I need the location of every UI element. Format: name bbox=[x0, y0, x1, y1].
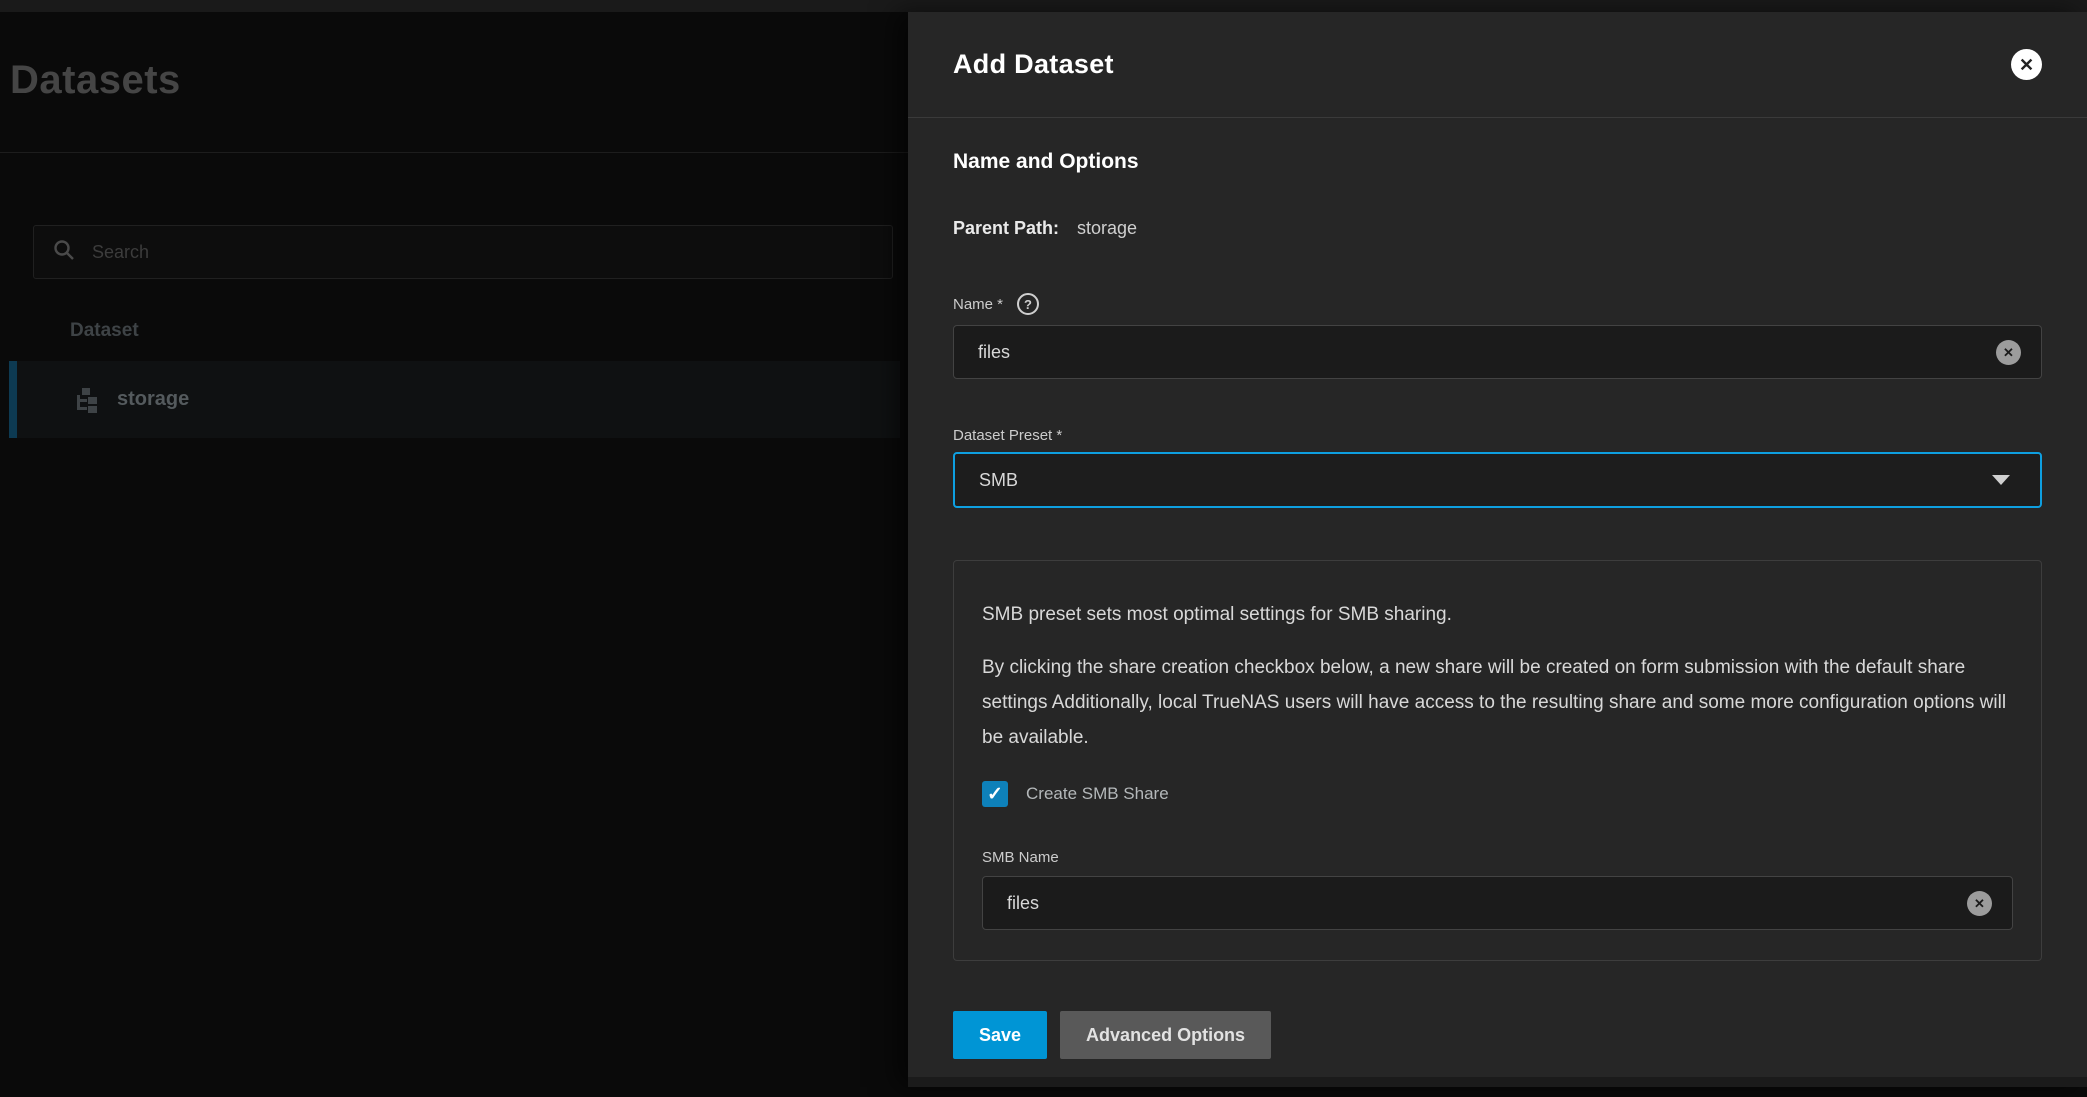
parent-path-label: Parent Path: bbox=[953, 218, 1059, 239]
preset-field-label: Dataset Preset * bbox=[953, 427, 1062, 444]
name-field-label: Name * bbox=[953, 296, 1003, 313]
save-button[interactable]: Save bbox=[953, 1011, 1047, 1059]
preset-selected-value: SMB bbox=[979, 470, 1018, 491]
close-icon: ✕ bbox=[2019, 56, 2034, 74]
name-input[interactable] bbox=[978, 342, 1996, 363]
dataset-column-header: Dataset bbox=[70, 320, 139, 342]
close-button[interactable]: ✕ bbox=[2011, 49, 2042, 80]
parent-path: Parent Path: storage bbox=[953, 218, 2042, 239]
info-paragraph-2: By clicking the share creation checkbox … bbox=[982, 650, 2013, 755]
parent-path-value: storage bbox=[1077, 218, 1137, 239]
form-actions: Save Advanced Options bbox=[953, 1011, 2042, 1059]
create-smb-share-checkbox[interactable]: ✓ bbox=[982, 781, 1008, 807]
create-smb-share-label: Create SMB Share bbox=[1026, 784, 1169, 804]
check-icon: ✓ bbox=[987, 785, 1003, 804]
bottom-strip bbox=[908, 1077, 2087, 1087]
dataset-row-storage[interactable]: storage bbox=[9, 361, 900, 438]
search-input[interactable] bbox=[92, 242, 874, 263]
help-icon[interactable]: ? bbox=[1017, 293, 1039, 315]
chevron-down-icon bbox=[1992, 475, 2010, 485]
smb-name-input[interactable] bbox=[1007, 893, 1967, 914]
dataset-tree-icon bbox=[73, 386, 101, 414]
top-strip bbox=[0, 0, 2087, 12]
clear-name-button[interactable]: ✕ bbox=[1996, 340, 2021, 365]
name-field: ✕ bbox=[953, 325, 2042, 379]
advanced-options-button[interactable]: Advanced Options bbox=[1060, 1011, 1271, 1059]
divider bbox=[0, 152, 908, 153]
create-smb-share-row: ✓ Create SMB Share bbox=[982, 781, 2013, 807]
dataset-search-box[interactable] bbox=[33, 225, 893, 279]
name-field-label-row: Name * ? bbox=[953, 293, 2042, 315]
datasets-page-overlay: Datasets Dataset storage bbox=[0, 12, 908, 1097]
dataset-preset-select[interactable]: SMB bbox=[953, 452, 2042, 508]
clear-icon: ✕ bbox=[1974, 897, 1985, 910]
preset-field-label-row: Dataset Preset * bbox=[953, 427, 2042, 444]
add-dataset-panel: Add Dataset ✕ Name and Options Parent Pa… bbox=[908, 12, 2087, 1087]
panel-body: Name and Options Parent Path: storage Na… bbox=[908, 150, 2087, 1059]
smb-name-label: SMB Name bbox=[982, 849, 2013, 866]
info-paragraph-1: SMB preset sets most optimal settings fo… bbox=[982, 597, 2013, 632]
smb-info-box: SMB preset sets most optimal settings fo… bbox=[953, 560, 2042, 961]
panel-header: Add Dataset ✕ bbox=[908, 12, 2087, 118]
clear-icon: ✕ bbox=[2003, 346, 2014, 359]
page-title: Datasets bbox=[10, 58, 908, 103]
clear-smb-name-button[interactable]: ✕ bbox=[1967, 891, 1992, 916]
panel-title: Add Dataset bbox=[953, 49, 1114, 80]
section-title: Name and Options bbox=[953, 150, 2042, 174]
smb-name-field: ✕ bbox=[982, 876, 2013, 930]
search-icon bbox=[52, 238, 76, 267]
dataset-row-label: storage bbox=[117, 388, 189, 411]
selected-row-accent bbox=[9, 361, 17, 438]
